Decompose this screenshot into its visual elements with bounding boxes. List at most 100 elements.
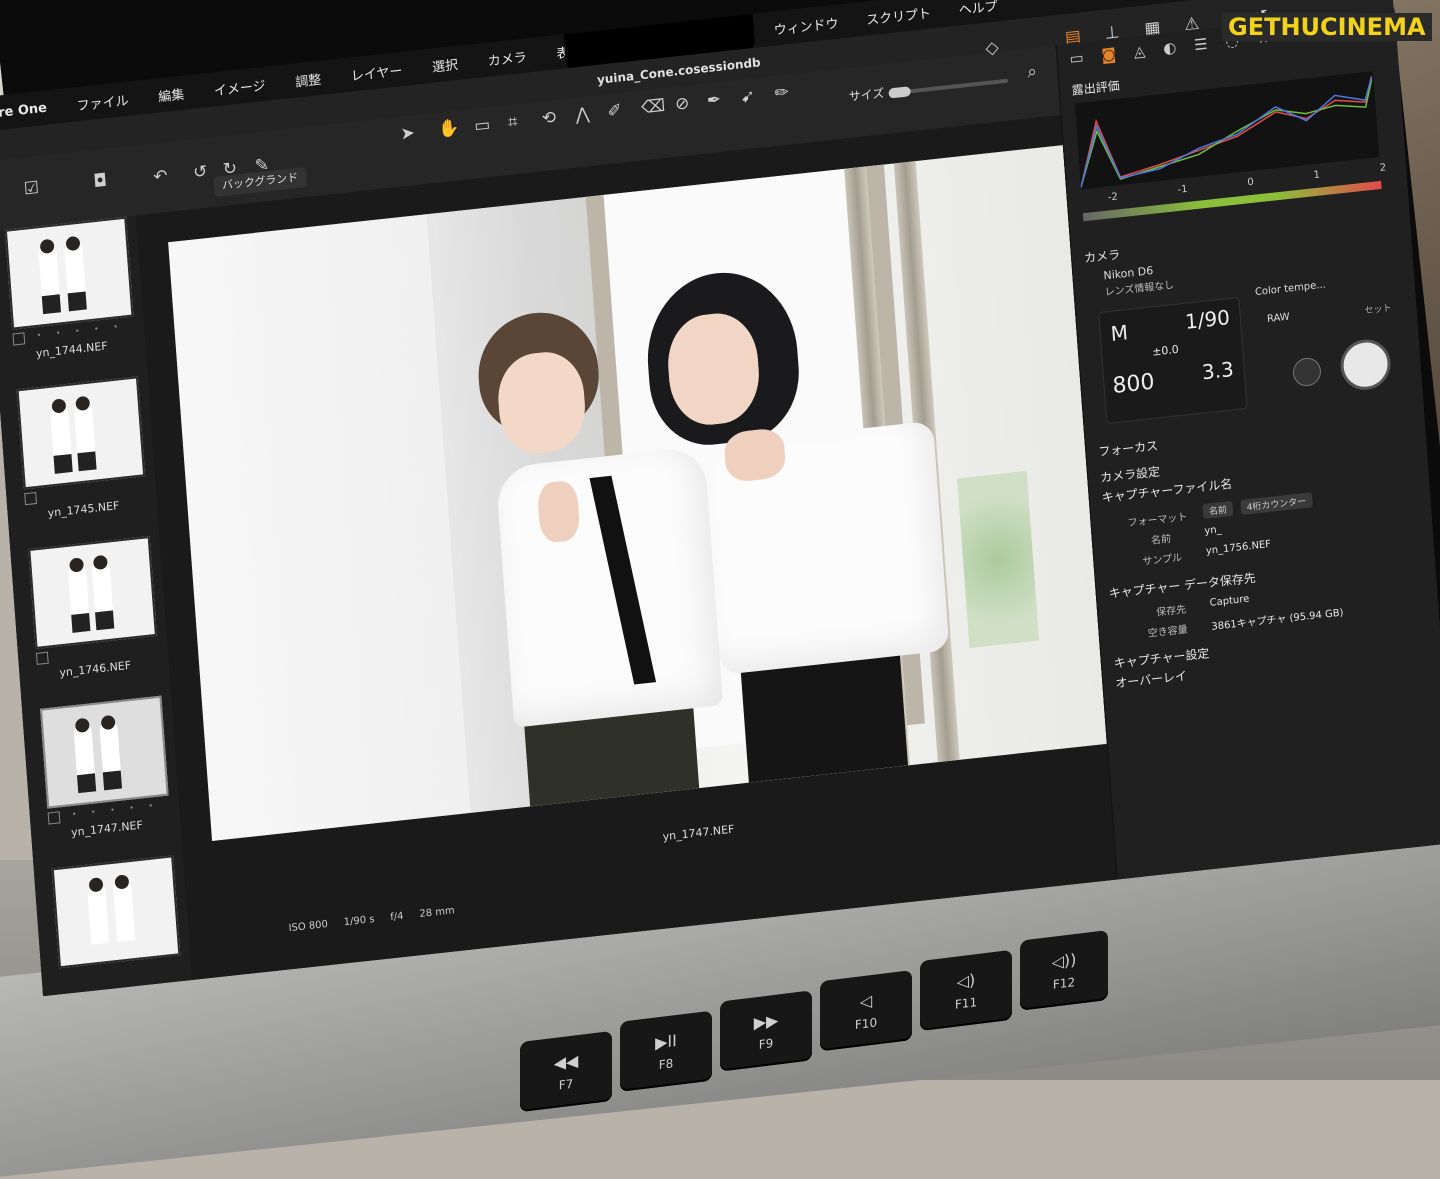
size-label: サイズ xyxy=(848,86,885,104)
thumbnail-checkbox[interactable] xyxy=(24,491,38,506)
menu-file[interactable]: ファイル xyxy=(76,89,129,114)
pen-icon[interactable]: ✏ xyxy=(774,82,790,103)
menu-camera[interactable]: カメラ xyxy=(487,46,527,69)
import-icon[interactable]: ☑ xyxy=(23,178,40,200)
aperture-value[interactable]: 3.3 xyxy=(1201,357,1234,384)
live-view-button[interactable] xyxy=(1292,356,1322,388)
camera-section-title[interactable]: カメラ xyxy=(1084,246,1121,267)
scale-label: 2 xyxy=(1379,162,1387,174)
picker-icon[interactable]: ✒ xyxy=(706,90,722,111)
play-pause-icon: ▶II xyxy=(655,1030,677,1053)
person-right-skirt xyxy=(740,655,908,783)
scale-label: -2 xyxy=(1107,191,1119,204)
screen: re One ファイル 編集 イメージ 調整 レイヤー 選択 カメラ 表示 ウィ… xyxy=(0,0,1440,1078)
color-tab-icon[interactable]: ◐ xyxy=(1163,38,1177,57)
eraser-icon[interactable]: ⌫ xyxy=(641,96,666,119)
color-temperature[interactable]: Color tempe... xyxy=(1255,279,1327,298)
hand xyxy=(536,479,581,544)
person-left-pants xyxy=(524,708,700,807)
pan-tool-icon[interactable]: ✋ xyxy=(438,118,461,140)
name-value[interactable]: yn_ xyxy=(1204,524,1222,537)
exif-iso: ISO 800 xyxy=(288,919,329,935)
menu-edit[interactable]: 編集 xyxy=(158,83,185,105)
key-label: F9 xyxy=(758,1035,774,1052)
reset-icon[interactable]: ↶ xyxy=(153,166,169,187)
overlay-title[interactable]: オーバーレイ xyxy=(1115,667,1188,692)
menu-window[interactable]: ウィンドウ xyxy=(773,12,839,38)
set-label[interactable]: セット xyxy=(1364,301,1392,317)
menu-select[interactable]: 選択 xyxy=(431,53,459,75)
camera-settings-box: M 1/90 ±0.0 800 3.3 xyxy=(1098,296,1248,424)
capture-one-window: re One ファイル 編集 イメージ 調整 レイヤー 選択 カメラ 表示 ウィ… xyxy=(0,0,1440,997)
slider-knob[interactable] xyxy=(888,86,911,99)
exposure-tab-icon[interactable]: ☰ xyxy=(1194,35,1209,54)
free-space-value: 3861キャプチャ (95.94 GB) xyxy=(1211,607,1344,633)
rewind-icon: ◀◀ xyxy=(553,1050,579,1073)
sample-value: yn_1756.NEF xyxy=(1205,538,1272,557)
exif-focal: 28 mm xyxy=(419,905,456,921)
tools-panel: ▭ ◙ ◬ ◐ ☰ ◌ ☆ 露出評価 -2 -1 0 1 xyxy=(1055,8,1440,880)
name-label: 名前 xyxy=(1150,533,1172,547)
iso-value[interactable]: 800 xyxy=(1112,370,1156,399)
thumbnail-name: yn_1745.NEF xyxy=(47,499,120,520)
format-token-counter[interactable]: 4桁カウンター xyxy=(1240,492,1313,515)
fast-forward-icon: ▶▶ xyxy=(753,1009,779,1032)
thumbnail-checkbox[interactable] xyxy=(47,811,61,825)
exposure-compensation[interactable]: ±0.0 xyxy=(1152,343,1180,359)
raw-format[interactable]: RAW xyxy=(1267,312,1290,325)
key-label: F11 xyxy=(954,994,978,1012)
thumbnail-yn-1744[interactable] xyxy=(4,216,134,330)
format-token-name[interactable]: 名前 xyxy=(1202,500,1234,520)
menu-adjust[interactable]: 調整 xyxy=(294,68,322,90)
scale-label: 1 xyxy=(1313,169,1321,182)
save-location-label: 保存先 xyxy=(1155,604,1187,619)
menu-image[interactable]: イメージ xyxy=(213,74,267,99)
crop-icon[interactable]: ⌗ xyxy=(507,112,518,133)
exif-aperture: f/4 xyxy=(389,910,404,924)
viewer: yn_1747.NEF ISO 800 1/90 s f/4 28 mm xyxy=(136,115,1117,980)
thumbnail-yn-1746[interactable] xyxy=(28,535,157,649)
thumbnail-size-slider[interactable] xyxy=(888,78,1009,99)
menu-script[interactable]: スクリプト xyxy=(865,2,932,28)
capture-button[interactable] xyxy=(1338,337,1393,393)
camera-capture-icon[interactable]: ◘ xyxy=(93,171,108,192)
main-photo[interactable] xyxy=(168,145,1107,842)
menu-layer[interactable]: レイヤー xyxy=(350,59,402,84)
gradient-icon[interactable]: ⊘ xyxy=(674,93,690,114)
scale-label: 0 xyxy=(1246,176,1255,189)
rotate-icon[interactable]: ⟲ xyxy=(541,108,557,129)
exposure-eval-title[interactable]: 露出評価 xyxy=(1071,77,1120,99)
format-label: フォーマット xyxy=(1127,511,1188,530)
sample-label: サンプル xyxy=(1142,552,1183,568)
free-space-label: 空き容量 xyxy=(1147,624,1189,640)
thumbnail-yn-1747[interactable] xyxy=(40,695,169,809)
crop-frame-icon[interactable]: ▭ xyxy=(474,115,491,137)
focus-section-title[interactable]: フォーカス xyxy=(1098,437,1159,460)
undo-icon[interactable]: ↺ xyxy=(192,162,208,183)
eraser-toggle-icon[interactable]: ◇ xyxy=(985,37,999,58)
thumbnail-next[interactable] xyxy=(51,855,181,969)
thumbnail-name: yn_1747.NEF xyxy=(70,818,144,840)
folder-tab-icon[interactable]: ▭ xyxy=(1069,48,1084,67)
thumbnail-name: yn_1744.NEF xyxy=(35,339,109,361)
watermark: GETHUCINEMA xyxy=(1222,10,1432,44)
lens-tab-icon[interactable]: ◬ xyxy=(1133,42,1146,61)
capture-settings-title[interactable]: キャプチャー設定 xyxy=(1113,644,1210,671)
menu-help[interactable]: ヘルプ xyxy=(958,0,998,18)
annotate-icon[interactable]: ➹ xyxy=(740,86,756,107)
menu-app-name[interactable]: re One xyxy=(0,100,47,120)
save-location-value[interactable]: Capture xyxy=(1209,594,1249,609)
keystone-icon[interactable]: ⋀ xyxy=(575,104,590,125)
capture-tab-icon[interactable]: ◙ xyxy=(1101,45,1117,65)
select-tool-icon[interactable]: ➤ xyxy=(400,123,416,144)
key-label: F7 xyxy=(558,1076,574,1092)
watermark-text: GETHUCINEMA xyxy=(1222,13,1432,41)
key-f7[interactable]: ◀◀ F7 xyxy=(520,1030,612,1113)
thumbnail-checkbox[interactable] xyxy=(35,651,49,665)
thumbnail-checkbox[interactable] xyxy=(12,332,26,346)
exposure-mode[interactable]: M xyxy=(1110,320,1129,346)
shutter-speed[interactable]: 1/90 xyxy=(1184,305,1230,334)
search-icon[interactable]: ⌕ xyxy=(1027,61,1038,82)
brush-icon[interactable]: ✐ xyxy=(607,101,623,122)
thumbnail-yn-1745[interactable] xyxy=(16,376,146,490)
